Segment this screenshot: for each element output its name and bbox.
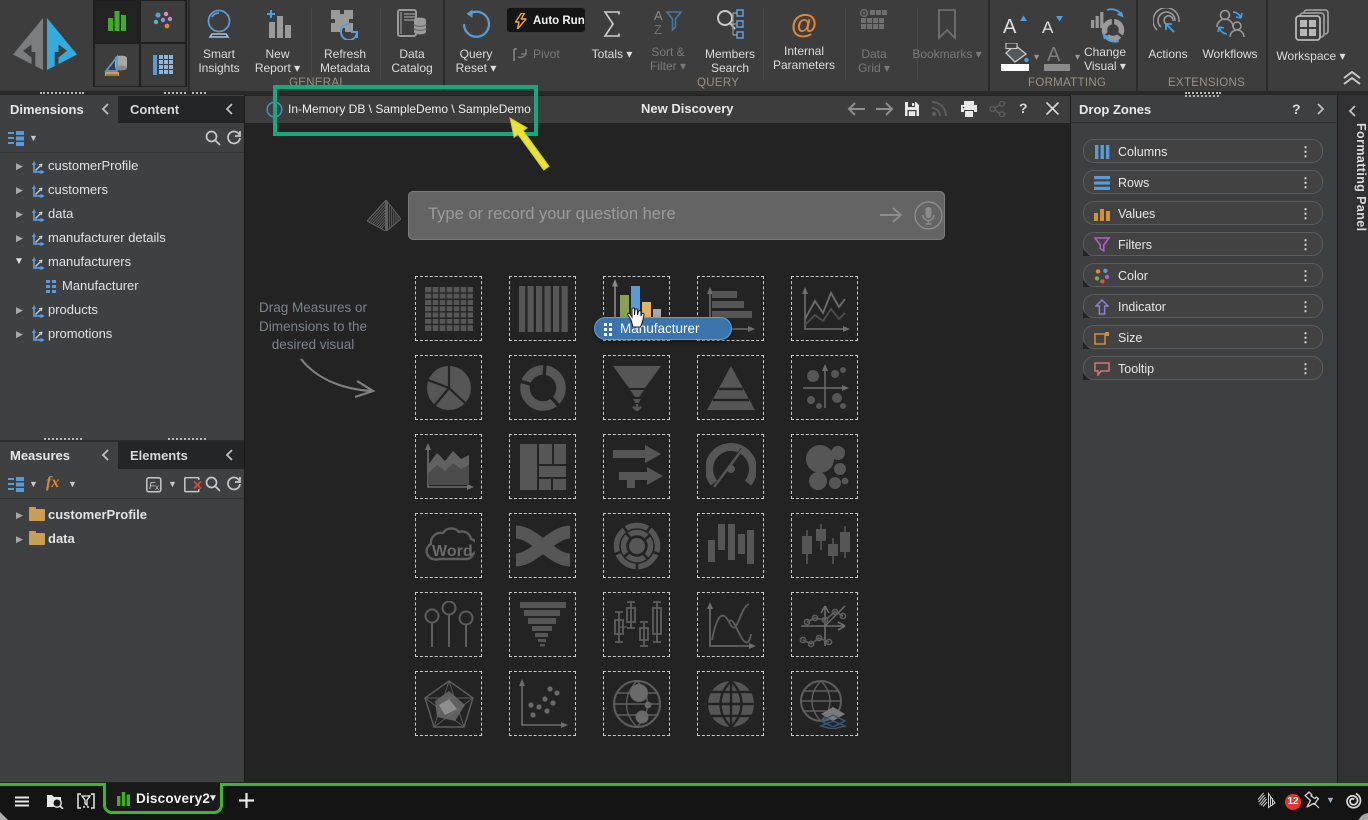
svg-text:A: A (1047, 44, 1061, 64)
svg-text:A: A (1003, 16, 1017, 36)
svg-text:x: x (155, 483, 159, 492)
svg-text:A: A (654, 8, 663, 23)
svg-text:Word: Word (432, 543, 473, 560)
svg-text:Z: Z (654, 22, 662, 37)
svg-text:A: A (1042, 18, 1054, 36)
